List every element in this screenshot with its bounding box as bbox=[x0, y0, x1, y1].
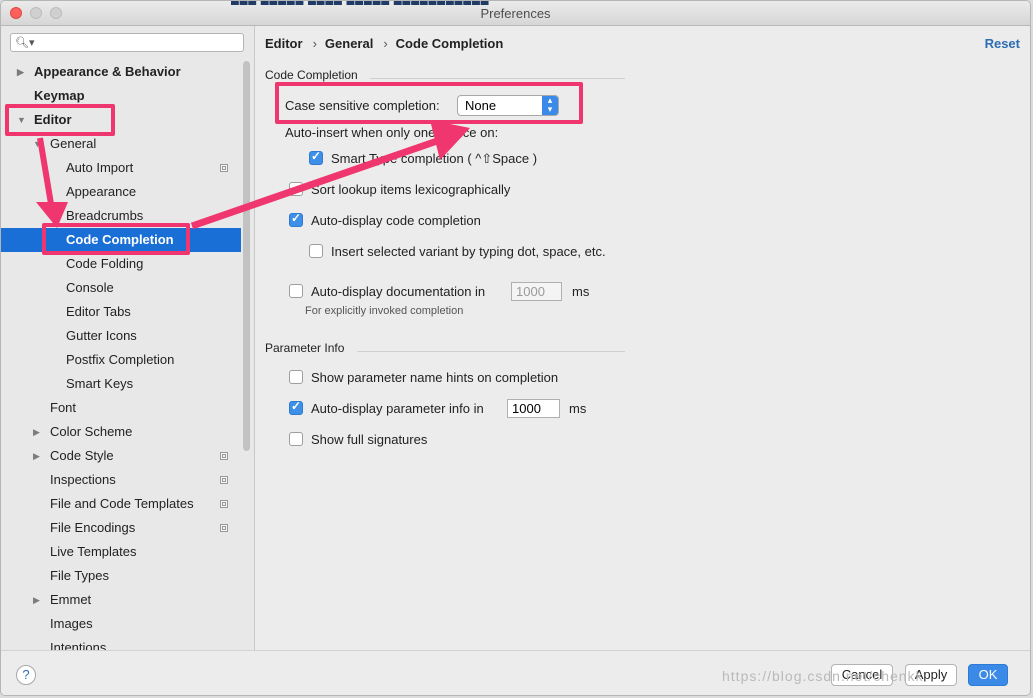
sidebar-item-inspections[interactable]: Inspections bbox=[1, 468, 241, 492]
sidebar-item-auto-import[interactable]: Auto Import bbox=[1, 156, 241, 180]
title-bar: ▇▇▇ ▇▇▇▇▇ ▇▇▇▇ ▇▇▇▇▇ ▇▇▇▇▇▇▇▇▇▇▇ Prefere… bbox=[1, 1, 1030, 26]
sidebar-item-label: Postfix Completion bbox=[66, 352, 175, 367]
smart-type-checkbox[interactable] bbox=[309, 149, 323, 165]
sidebar-item-postfix-completion[interactable]: Postfix Completion bbox=[1, 348, 241, 372]
sidebar-item-label: Console bbox=[66, 280, 114, 295]
highlight-code-completion bbox=[42, 223, 190, 255]
auto-doc-hint: For explicitly invoked completion bbox=[305, 305, 464, 317]
parameter-info-section-title: Parameter Info bbox=[265, 341, 345, 355]
collapsed-arrow-icon[interactable]: ▶ bbox=[33, 588, 40, 612]
breadcrumb: Editor › General › Code Completion bbox=[265, 36, 509, 51]
sidebar-scrollbar[interactable] bbox=[243, 61, 250, 451]
collapsed-arrow-icon[interactable]: ▶ bbox=[17, 60, 24, 84]
sidebar-item-font[interactable]: Font bbox=[1, 396, 241, 420]
settings-search-input[interactable]: 🔍︎▾ bbox=[10, 33, 244, 52]
highlight-case-sensitive bbox=[275, 82, 583, 124]
section-divider bbox=[357, 351, 625, 352]
search-icon: 🔍︎▾ bbox=[15, 37, 35, 49]
insert-variant-label: Insert selected variant by typing dot, s… bbox=[331, 244, 606, 259]
auto-insert-label: Auto-insert when only one choice on: bbox=[285, 125, 499, 140]
sidebar-item-label: Code Style bbox=[50, 448, 114, 463]
help-button[interactable]: ? bbox=[16, 665, 36, 685]
highlight-editor bbox=[5, 104, 115, 136]
collapsed-arrow-icon[interactable]: ▶ bbox=[33, 444, 40, 468]
sidebar-item-smart-keys[interactable]: Smart Keys bbox=[1, 372, 241, 396]
sidebar-item-gutter-icons[interactable]: Gutter Icons bbox=[1, 324, 241, 348]
sidebar-item-editor-tabs[interactable]: Editor Tabs bbox=[1, 300, 241, 324]
sidebar-item-file-encodings[interactable]: File Encodings bbox=[1, 516, 241, 540]
auto-doc-delay-field[interactable]: 1000 bbox=[511, 282, 562, 301]
auto-display-completion-label: Auto-display code completion bbox=[311, 213, 481, 228]
auto-doc-unit: ms bbox=[572, 284, 590, 299]
sidebar-item-code-folding[interactable]: Code Folding bbox=[1, 252, 241, 276]
project-scope-icon bbox=[220, 524, 228, 532]
sidebar-item-label: File and Code Templates bbox=[50, 496, 194, 511]
project-scope-icon bbox=[220, 500, 228, 508]
sidebar-item-images[interactable]: Images bbox=[1, 612, 241, 636]
sidebar-item-live-templates[interactable]: Live Templates bbox=[1, 540, 241, 564]
breadcrumb-editor: Editor bbox=[265, 36, 303, 51]
parameter-hints-label: Show parameter name hints on completion bbox=[311, 370, 559, 385]
sidebar-item-color-scheme[interactable]: ▶ Color Scheme bbox=[1, 420, 241, 444]
breadcrumb-general: General bbox=[324, 36, 374, 51]
breadcrumb-separator: › bbox=[383, 36, 388, 51]
sidebar-item-emmet[interactable]: ▶ Emmet bbox=[1, 588, 241, 612]
sidebar-item-file-types[interactable]: File Types bbox=[1, 564, 241, 588]
insert-variant-checkbox[interactable] bbox=[309, 244, 323, 258]
full-signatures-label: Show full signatures bbox=[311, 432, 428, 447]
sidebar-item-label: Auto Import bbox=[66, 160, 134, 175]
sidebar-item-label: File Encodings bbox=[50, 520, 136, 535]
breadcrumb-separator: › bbox=[312, 36, 317, 51]
sidebar-item-label: Code Folding bbox=[66, 256, 144, 271]
sidebar-item-appearance[interactable]: Appearance bbox=[1, 180, 241, 204]
sidebar-item-label: Gutter Icons bbox=[66, 328, 137, 343]
project-scope-icon bbox=[220, 452, 228, 460]
auto-display-param-label: Auto-display parameter info in bbox=[311, 401, 484, 416]
parameter-hints-checkbox[interactable] bbox=[289, 370, 303, 384]
sidebar-item-label: Font bbox=[50, 400, 77, 415]
sidebar-item-label: Images bbox=[50, 616, 93, 631]
sidebar-item-file-and-code-templates[interactable]: File and Code Templates bbox=[1, 492, 241, 516]
smart-type-label: Smart Type completion ( ^⇧Space ) bbox=[331, 151, 538, 166]
sidebar-item-label: Intentions bbox=[50, 640, 107, 650]
sidebar-item-code-style[interactable]: ▶ Code Style bbox=[1, 444, 241, 468]
auto-display-param-checkbox[interactable] bbox=[289, 399, 303, 415]
ok-button[interactable]: OK bbox=[968, 664, 1008, 686]
section-divider bbox=[370, 78, 625, 79]
window-title: Preferences bbox=[480, 6, 551, 21]
sidebar-item-label: Color Scheme bbox=[50, 424, 133, 439]
sidebar-item-label: Appearance & Behavior bbox=[34, 64, 181, 79]
watermark: https://blog.csdn.net/chenkk bbox=[722, 668, 924, 684]
auto-display-doc-checkbox[interactable] bbox=[289, 284, 303, 298]
sidebar-item-intentions[interactable]: Intentions bbox=[1, 636, 241, 650]
sidebar-item-label: Emmet bbox=[50, 592, 92, 607]
sidebar-item-label: File Types bbox=[50, 568, 110, 583]
sidebar-item-label: Inspections bbox=[50, 472, 116, 487]
reset-link[interactable]: Reset bbox=[985, 36, 1020, 51]
full-signatures-checkbox[interactable] bbox=[289, 432, 303, 446]
background-window-strip: ▇▇▇ ▇▇▇▇▇ ▇▇▇▇ ▇▇▇▇▇ ▇▇▇▇▇▇▇▇▇▇▇ bbox=[231, 1, 621, 5]
auto-display-completion-checkbox[interactable] bbox=[289, 211, 303, 227]
auto-param-delay-field[interactable]: 1000 bbox=[507, 399, 560, 418]
auto-param-unit: ms bbox=[569, 401, 587, 416]
collapsed-arrow-icon[interactable]: ▶ bbox=[33, 420, 40, 444]
sort-lexicographically-checkbox[interactable] bbox=[289, 182, 303, 196]
project-scope-icon bbox=[220, 164, 228, 172]
sidebar-item-label: Live Templates bbox=[50, 544, 137, 559]
code-completion-section-title: Code Completion bbox=[265, 68, 358, 82]
auto-display-doc-label: Auto-display documentation in bbox=[311, 284, 486, 299]
sidebar-item-label: Editor Tabs bbox=[66, 304, 131, 319]
sidebar-item-label: Smart Keys bbox=[66, 376, 134, 391]
sidebar-item-label: Appearance bbox=[66, 184, 137, 199]
project-scope-icon bbox=[220, 476, 228, 484]
breadcrumb-code-completion: Code Completion bbox=[395, 36, 504, 51]
sidebar-item-console[interactable]: Console bbox=[1, 276, 241, 300]
sidebar-item-appearance-behavior[interactable]: ▶ Appearance & Behavior bbox=[1, 60, 241, 84]
sort-lexicographically-label: Sort lookup items lexicographically bbox=[311, 182, 511, 197]
